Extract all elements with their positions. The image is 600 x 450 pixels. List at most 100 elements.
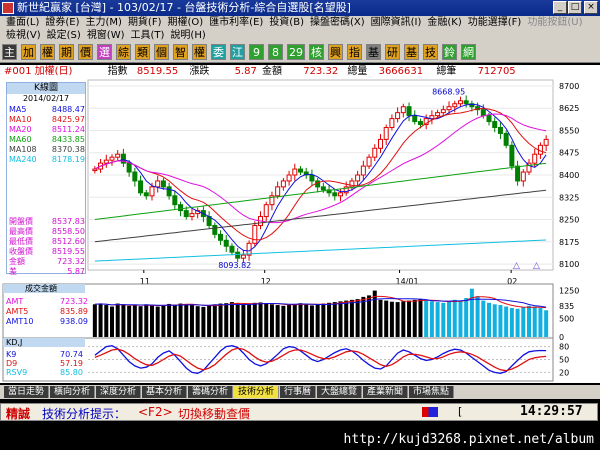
toolbar-button-6[interactable]: 綜 [116,44,131,60]
menu-item-row2-1[interactable]: 設定(S) [47,29,81,42]
menu-item-row1-9[interactable]: 金融(K) [427,16,461,29]
menu-item-row1-3[interactable]: 期貨(F) [128,16,162,29]
amount-bar [281,305,286,337]
toolbar-button-11[interactable]: 委 [211,44,226,60]
amount-bar [361,296,366,337]
close-button[interactable]: × [584,1,598,14]
menu-item-row1-0[interactable]: 畫面(L) [6,16,39,29]
toolbar-button-7[interactable]: 類 [135,44,150,60]
tab-8[interactable]: 產業新聞 [363,386,408,398]
toolbar-button-9[interactable]: 智 [173,44,188,60]
toolbar-button-5[interactable]: 選 [97,44,112,60]
maximize-button[interactable]: □ [568,1,582,14]
toolbar-button-3[interactable]: 期 [59,44,74,60]
amount-ytick: 1250 [559,287,579,296]
tab-1[interactable]: 橫向分析 [50,386,95,398]
amount-bar [418,299,423,337]
candle-body [486,115,492,123]
toolbar-button-15[interactable]: 29 [287,44,305,60]
amount-legend-value-amt: 723.32 [60,297,88,306]
toolbar-button-1[interactable]: 加 [21,44,36,60]
amount-bar [315,304,320,337]
toolbar-button-4[interactable]: 價 [78,44,93,60]
toolbar-button-8[interactable]: 個 [154,44,169,60]
tab-3[interactable]: 基本分析 [142,386,187,398]
toolbar-button-20[interactable]: 研 [385,44,400,60]
toolbar-button-24[interactable]: 網 [461,44,476,60]
menu-item-row2-2[interactable]: 視窗(W) [87,29,125,42]
candle-body [109,156,115,161]
menu-item-row1-5[interactable]: 匯市利率(E) [209,16,263,29]
toolbar-button-21[interactable]: 基 [404,44,419,60]
minimize-button[interactable]: _ [553,1,567,14]
toolbar-button-18[interactable]: 指 [347,44,362,60]
amount-bar [298,303,303,337]
toolbar-button-14[interactable]: 8 [268,44,283,60]
menu-item-row1-4[interactable]: 期權(O) [168,16,204,29]
tab-6[interactable]: 行事曆 [280,386,316,398]
amount-bar [207,305,212,337]
amount-bar [452,299,457,337]
amount-ytick: 500 [559,314,574,323]
tab-5[interactable]: 技術分析 [234,386,279,398]
candle-body [435,112,441,117]
menu-item-row1-6[interactable]: 投資(B) [269,16,304,29]
main-chart: 87008625855084758400832582508175810011 12… [87,79,579,286]
menu-item-row1-1[interactable]: 證券(E) [45,16,79,29]
menu-item-row1-8[interactable]: 國際資訊(I) [371,16,422,29]
candle-body [337,192,343,197]
main-ytick: 8175 [559,238,579,247]
candle-body [412,115,418,123]
toolbar-button-23[interactable]: 鈴 [442,44,457,60]
tab-9[interactable]: 市場焦點 [409,386,454,398]
toolbar-button-19[interactable]: 基 [366,44,381,60]
amount-bar [515,308,520,337]
candle-body [389,118,395,128]
amount-bar [407,300,412,337]
toolbar-button-22[interactable]: 技 [423,44,438,60]
toolbar-button-12[interactable]: 江 [230,44,245,60]
tab-0[interactable]: 當日走勢 [4,386,49,398]
amount-bar [309,305,314,337]
toolbar-button-16[interactable]: 核 [309,44,324,60]
toolbar-button-10[interactable]: 權 [192,44,207,60]
window-title: 新世紀贏家 [台灣] - 103/02/17 - 台盤技術分析-綜合自選股[名望… [17,1,351,14]
toolbar-button-13[interactable]: 9 [249,44,264,60]
toolbar-button-2[interactable]: 權 [40,44,55,60]
amount-bar [321,303,326,337]
tab-2[interactable]: 深度分析 [96,386,141,398]
amount-bar [532,306,537,337]
toolbar-button-17[interactable]: 興 [328,44,343,60]
toolbar-button-0[interactable]: 主 [2,44,17,60]
menu-item-row2-0[interactable]: 檢視(V) [6,29,41,42]
kd-legend-k9: K9 [6,350,16,359]
status-action: 切換移動查價 [178,407,251,421]
menu-item-row1-2[interactable]: 主力(M) [86,16,122,29]
menu-item-row1-10[interactable]: 功能選擇(F) [468,16,522,29]
candle-body [543,138,549,146]
kd-legend-value-d9: 57.19 [60,359,83,368]
menu-item-row2-3[interactable]: 工具(T) [131,29,165,42]
tab-4[interactable]: 籌碼分析 [188,386,233,398]
amount-bar [344,300,349,337]
candle-body [463,100,469,105]
tab-7[interactable]: 大盤總覽 [317,386,362,398]
menu-item-row1-7[interactable]: 操盤密碼(X) [310,16,365,29]
candle-body [452,103,458,108]
pattern-mark: △ [533,261,540,271]
amount-bar [492,304,497,337]
amount-bar [504,306,509,337]
candle-body [320,186,326,191]
candle-body [103,159,109,164]
charts-svg: 87008625855084758400832582508175810011 12… [2,79,579,382]
amount-legend-amt10: AMT10 [6,317,33,326]
amount-bar [521,307,526,337]
amount-bar [132,305,137,337]
analysis-tab-bar: 當日走勢 橫向分析 深度分析 基本分析 籌碼分析 技術分析 行事曆 大盤總覽 產業新聞 市場焦點 [0,385,600,399]
amount-bar [235,303,240,337]
menu-item-row2-4[interactable]: 說明(H) [170,29,205,42]
candle-body [132,171,138,182]
candle-body [509,144,515,167]
candle-body [223,239,229,247]
main-ytick: 8250 [559,216,579,225]
